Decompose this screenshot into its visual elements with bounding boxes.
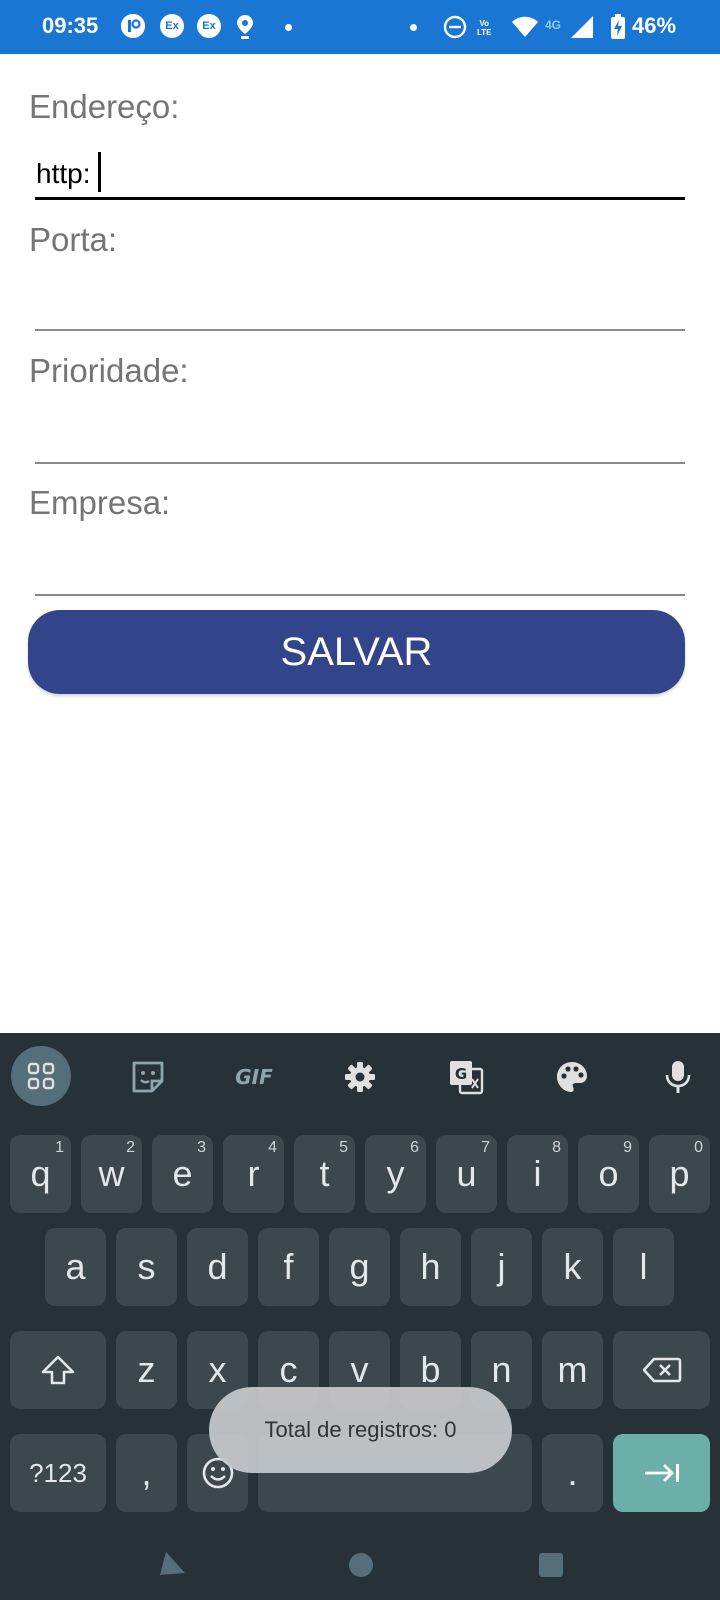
key-y[interactable]: y6 bbox=[365, 1135, 426, 1213]
notification-dot-icon bbox=[410, 24, 417, 31]
exchange-badge-icon: Ex bbox=[197, 14, 221, 38]
location-pin-icon bbox=[236, 14, 254, 40]
back-icon[interactable] bbox=[156, 1549, 188, 1581]
next-field-key[interactable] bbox=[613, 1434, 710, 1512]
battery-charging-icon bbox=[610, 14, 626, 40]
key-p[interactable]: p0 bbox=[649, 1135, 710, 1213]
backspace-key[interactable] bbox=[613, 1331, 710, 1409]
key-r[interactable]: r4 bbox=[223, 1135, 284, 1213]
save-button[interactable]: SALVAR bbox=[28, 610, 685, 694]
navigation-bar bbox=[0, 1545, 720, 1600]
key-h[interactable]: h bbox=[400, 1228, 461, 1306]
apps-grid-icon[interactable] bbox=[11, 1046, 71, 1106]
priority-label: Prioridade: bbox=[29, 352, 189, 389]
backspace-icon bbox=[642, 1357, 681, 1383]
key-a[interactable]: a bbox=[45, 1228, 106, 1306]
shift-icon bbox=[41, 1355, 75, 1385]
key-e[interactable]: e3 bbox=[152, 1135, 213, 1213]
microphone-icon[interactable] bbox=[648, 1047, 708, 1107]
text-cursor bbox=[98, 152, 101, 192]
key-q[interactable]: q1 bbox=[10, 1135, 71, 1213]
key-j[interactable]: j bbox=[471, 1228, 532, 1306]
status-bar: 09:35 Ex Ex Vo LTE 4G 46% bbox=[0, 0, 720, 54]
translate-icon[interactable]: G bbox=[436, 1047, 496, 1107]
key-g[interactable]: g bbox=[329, 1228, 390, 1306]
palette-icon[interactable] bbox=[542, 1047, 602, 1107]
status-time: 09:35 bbox=[42, 13, 99, 38]
toast-message: Total de registros: 0 bbox=[209, 1387, 512, 1473]
signal-icon bbox=[570, 14, 594, 40]
key-i[interactable]: i8 bbox=[507, 1135, 568, 1213]
key-m[interactable]: m bbox=[542, 1331, 603, 1409]
key-w[interactable]: w2 bbox=[81, 1135, 142, 1213]
recents-icon[interactable] bbox=[538, 1552, 564, 1582]
volte-icon: Vo LTE bbox=[477, 19, 492, 37]
exchange-badge-icon: Ex bbox=[160, 14, 184, 38]
gear-icon[interactable] bbox=[330, 1047, 390, 1107]
battery-percentage: 46% bbox=[632, 13, 677, 38]
key-o[interactable]: o9 bbox=[578, 1135, 639, 1213]
port-input[interactable] bbox=[35, 281, 685, 331]
key-d[interactable]: d bbox=[187, 1228, 248, 1306]
symbols-key[interactable]: ?123 bbox=[10, 1434, 106, 1512]
key-s[interactable]: s bbox=[116, 1228, 177, 1306]
comma-key[interactable]: , bbox=[116, 1434, 177, 1512]
network-type-label: 4G bbox=[545, 17, 562, 32]
address-input[interactable] bbox=[35, 150, 685, 200]
company-input[interactable] bbox=[35, 546, 685, 596]
do-not-disturb-icon bbox=[443, 14, 467, 40]
key-t[interactable]: t5 bbox=[294, 1135, 355, 1213]
key-f[interactable]: f bbox=[258, 1228, 319, 1306]
svg-text:G: G bbox=[455, 1065, 467, 1083]
gif-icon[interactable]: GIF bbox=[224, 1047, 284, 1107]
app-notification-icon bbox=[121, 14, 145, 38]
key-z[interactable]: z bbox=[116, 1331, 177, 1409]
priority-input[interactable] bbox=[35, 414, 685, 464]
address-label: Endereço: bbox=[29, 88, 180, 125]
tab-arrow-icon bbox=[644, 1464, 679, 1482]
port-label: Porta: bbox=[29, 221, 118, 258]
key-k[interactable]: k bbox=[542, 1228, 603, 1306]
key-u[interactable]: u7 bbox=[436, 1135, 497, 1213]
period-key[interactable]: . bbox=[542, 1434, 603, 1512]
notification-dot-icon bbox=[285, 24, 292, 31]
company-label: Empresa: bbox=[29, 484, 171, 521]
soft-keyboard: GIF G bbox=[0, 1033, 720, 1600]
wifi-icon bbox=[511, 14, 539, 40]
sticker-icon[interactable] bbox=[118, 1047, 178, 1107]
key-l[interactable]: l bbox=[613, 1228, 674, 1306]
home-icon[interactable] bbox=[348, 1552, 374, 1582]
shift-key[interactable] bbox=[10, 1331, 106, 1409]
